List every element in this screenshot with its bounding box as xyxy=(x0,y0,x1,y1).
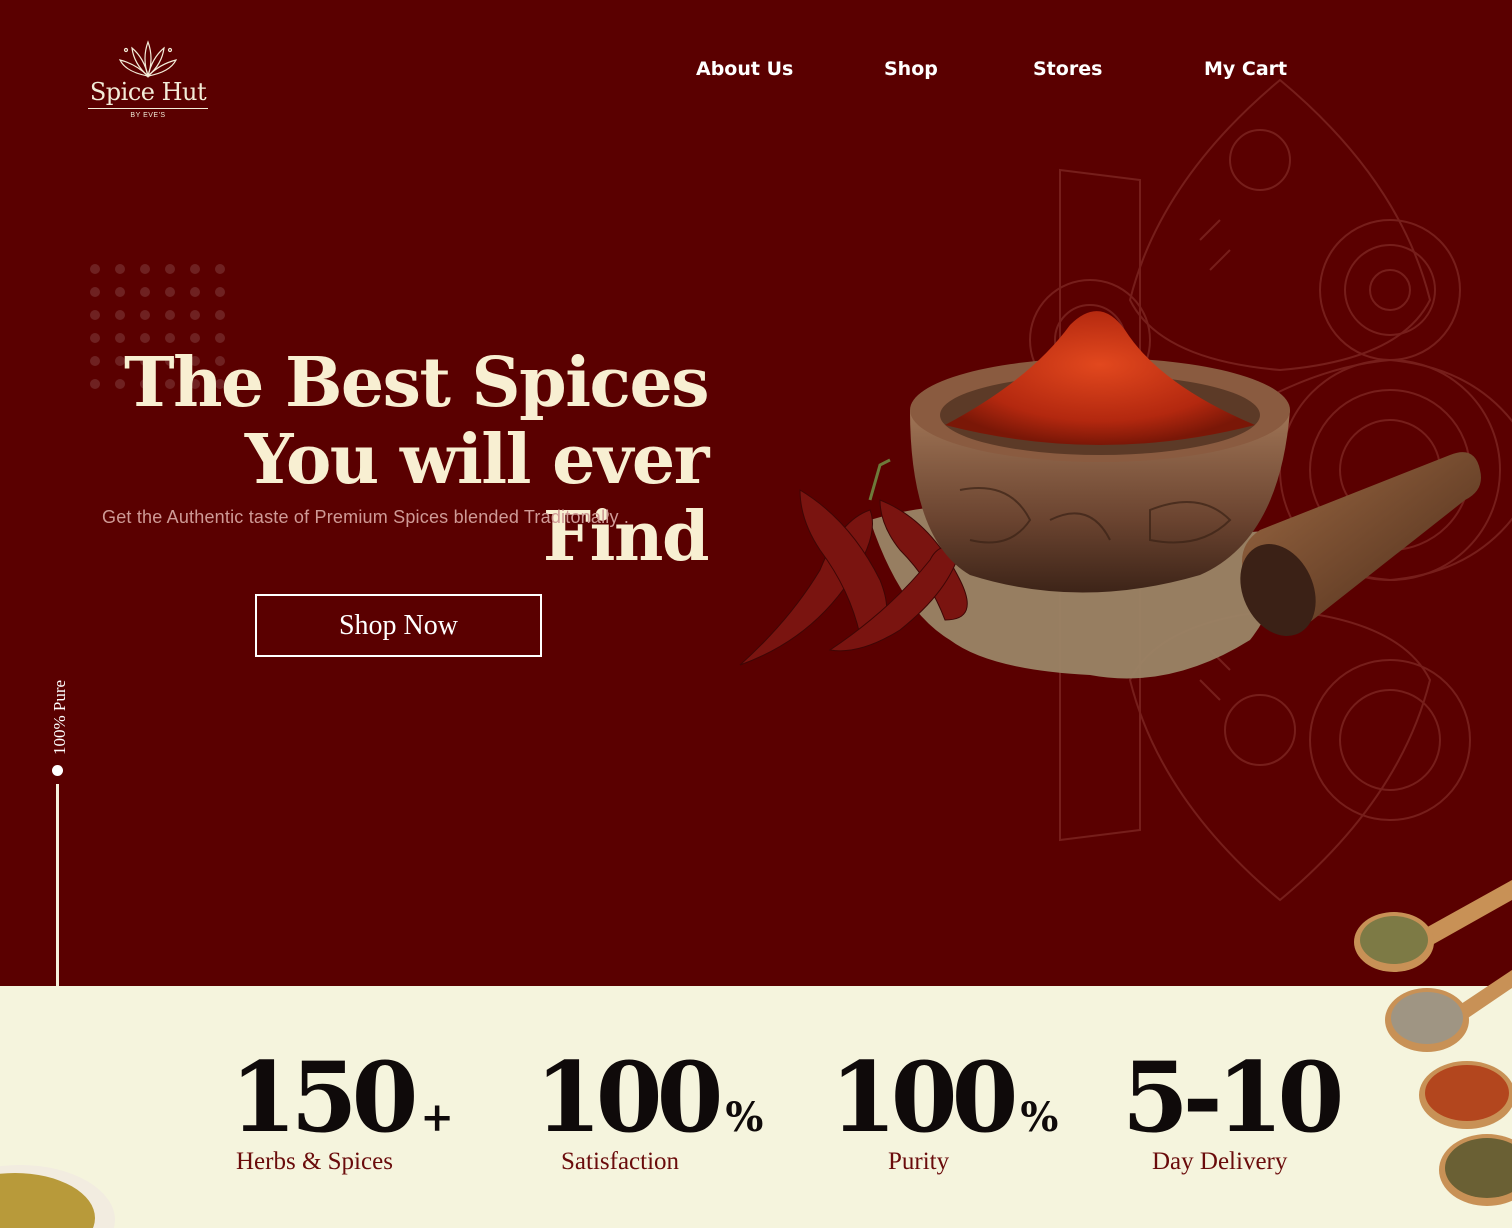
side-label: 100% Pure xyxy=(40,675,80,755)
stat-label: Satisfaction xyxy=(561,1148,680,1175)
stat-value: 100 xyxy=(830,1041,1018,1154)
grid-dot xyxy=(165,310,175,320)
shop-now-button[interactable]: Shop Now xyxy=(255,594,542,657)
scroll-indicator-dot[interactable] xyxy=(52,765,63,776)
brand-logo[interactable]: Spice Hut BY EVE'S xyxy=(88,38,208,124)
nav-stores[interactable]: Stores xyxy=(1033,58,1102,80)
grid-dot xyxy=(140,287,150,297)
stat-herbs: 150 + Herbs & Spices xyxy=(230,1048,454,1176)
hero-subtitle: Get the Authentic taste of Premium Spice… xyxy=(102,507,630,527)
grid-dot xyxy=(115,310,125,320)
grid-dot xyxy=(165,264,175,274)
stat-suffix: + xyxy=(420,1094,454,1141)
stat-label: Herbs & Spices xyxy=(236,1148,393,1175)
grid-dot xyxy=(190,310,200,320)
grid-dot xyxy=(140,310,150,320)
hero-section: Spice Hut BY EVE'S About Us Shop Stores … xyxy=(0,0,1512,986)
grid-dot xyxy=(115,287,125,297)
stat-value: 100 xyxy=(535,1041,723,1154)
lotus-icon xyxy=(118,40,178,78)
grid-dot xyxy=(165,287,175,297)
stats-section: 150 + Herbs & Spices 100% Satisfaction 10… xyxy=(0,986,1512,1228)
hero-headline: The Best Spices You will ever Find xyxy=(88,343,710,577)
nav-my-cart[interactable]: My Cart xyxy=(1204,58,1287,80)
grid-dot xyxy=(90,287,100,297)
spice-bowl-corner-image xyxy=(0,1165,115,1228)
grid-dot xyxy=(90,264,100,274)
headline-line-1: The Best Spices xyxy=(123,343,710,423)
spice-spoons-image xyxy=(1354,880,1512,1206)
nav-about-us[interactable]: About Us xyxy=(696,58,793,80)
spice-bowl-image xyxy=(739,311,1481,679)
brand-subtitle: BY EVE'S xyxy=(130,112,166,119)
brand-name: Spice Hut xyxy=(88,76,208,109)
headline-line-2: You will ever Find xyxy=(244,420,710,577)
grid-dot xyxy=(215,333,225,343)
grid-dot xyxy=(215,264,225,274)
nav-shop[interactable]: Shop xyxy=(884,58,938,80)
grid-dot xyxy=(215,310,225,320)
stat-delivery: 5-10 Day Delivery xyxy=(1122,1048,1344,1176)
grid-dot xyxy=(140,333,150,343)
grid-dot xyxy=(115,333,125,343)
stat-label: Day Delivery xyxy=(1152,1148,1288,1175)
stat-label: Purity xyxy=(888,1148,950,1175)
grid-dot xyxy=(90,310,100,320)
grid-dot xyxy=(190,287,200,297)
stat-satisfaction: 100% Satisfaction xyxy=(535,1048,764,1176)
grid-dot xyxy=(215,287,225,297)
grid-dot xyxy=(90,333,100,343)
side-label-text: 100% Pure xyxy=(50,679,69,755)
grid-dot xyxy=(115,264,125,274)
stat-suffix: % xyxy=(725,1094,764,1141)
stat-value: 150 xyxy=(230,1041,418,1154)
scroll-indicator-line xyxy=(56,784,59,986)
grid-dot xyxy=(190,264,200,274)
stat-suffix: % xyxy=(1020,1094,1059,1141)
grid-dot xyxy=(140,264,150,274)
stat-purity: 100% Purity xyxy=(830,1048,1059,1176)
grid-dot xyxy=(190,333,200,343)
grid-dot xyxy=(165,333,175,343)
stat-value: 5-10 xyxy=(1122,1041,1344,1154)
